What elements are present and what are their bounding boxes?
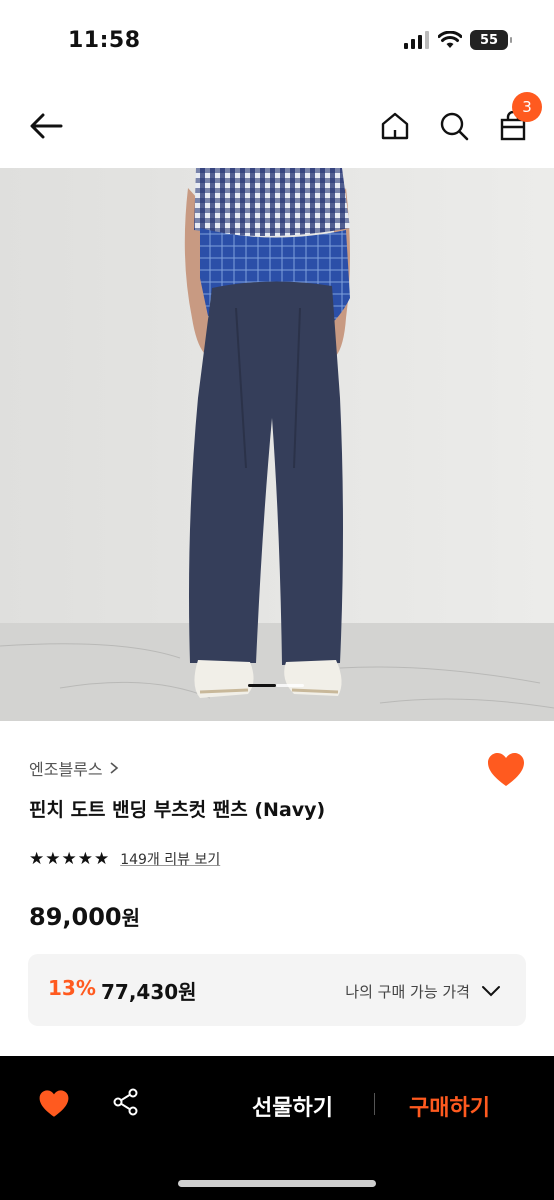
product-photo [0, 168, 554, 721]
cart-count-badge: 3 [512, 92, 542, 122]
brand-link[interactable]: 엔조블루스 [29, 756, 119, 780]
home-button[interactable] [373, 104, 417, 148]
wishlist-button[interactable] [486, 750, 526, 790]
back-button[interactable] [24, 104, 68, 148]
rating-row: ★★★★★ 149개 리뷰 보기 [29, 849, 220, 869]
product-image[interactable] [0, 168, 554, 721]
heart-icon [488, 753, 524, 786]
status-time: 11:58 [68, 28, 141, 53]
discount-rate: 13% [48, 976, 96, 1000]
search-icon [440, 112, 469, 141]
share-icon [113, 1088, 138, 1116]
status-bar: 11:58 55 [0, 0, 554, 84]
share-button[interactable] [111, 1087, 141, 1117]
status-icons: 55 [404, 30, 512, 50]
star-rating: ★★★★★ [29, 849, 111, 869]
chevron-right-icon [110, 762, 118, 774]
product-title: 핀치 도트 밴딩 부츠컷 팬츠 (Navy) [29, 799, 326, 821]
home-indicator [178, 1180, 376, 1187]
image-page-indicator-active [248, 684, 276, 687]
review-link[interactable]: 149개 리뷰 보기 [120, 849, 220, 869]
price-value: 89,000 [29, 903, 122, 931]
member-price-label: 나의 구매 가능 가격 [345, 983, 470, 1001]
button-divider [374, 1093, 375, 1115]
bottom-action-bar: 선물하기 구매하기 [0, 1056, 554, 1200]
gift-button[interactable]: 선물하기 [252, 1090, 333, 1122]
image-page-indicator [276, 684, 304, 687]
heart-icon [39, 1090, 69, 1117]
back-arrow-icon [30, 113, 63, 139]
wifi-icon [438, 31, 462, 48]
top-nav-bar [0, 84, 554, 168]
member-price-box[interactable]: 13% 77,430원 나의 구매 가능 가격 [28, 954, 526, 1026]
signal-icon [404, 31, 429, 49]
home-icon [381, 112, 409, 140]
chevron-down-icon [482, 986, 500, 997]
search-button[interactable] [432, 104, 476, 148]
discount-price: 77,430원 [101, 980, 197, 1004]
brand-name: 엔조블루스 [29, 760, 103, 779]
product-price: 89,000원 [29, 902, 140, 931]
battery-icon: 55 [470, 30, 512, 50]
bottom-wishlist-button[interactable] [38, 1088, 70, 1120]
price-unit: 원 [121, 906, 141, 930]
buy-button[interactable]: 구매하기 [409, 1090, 490, 1122]
